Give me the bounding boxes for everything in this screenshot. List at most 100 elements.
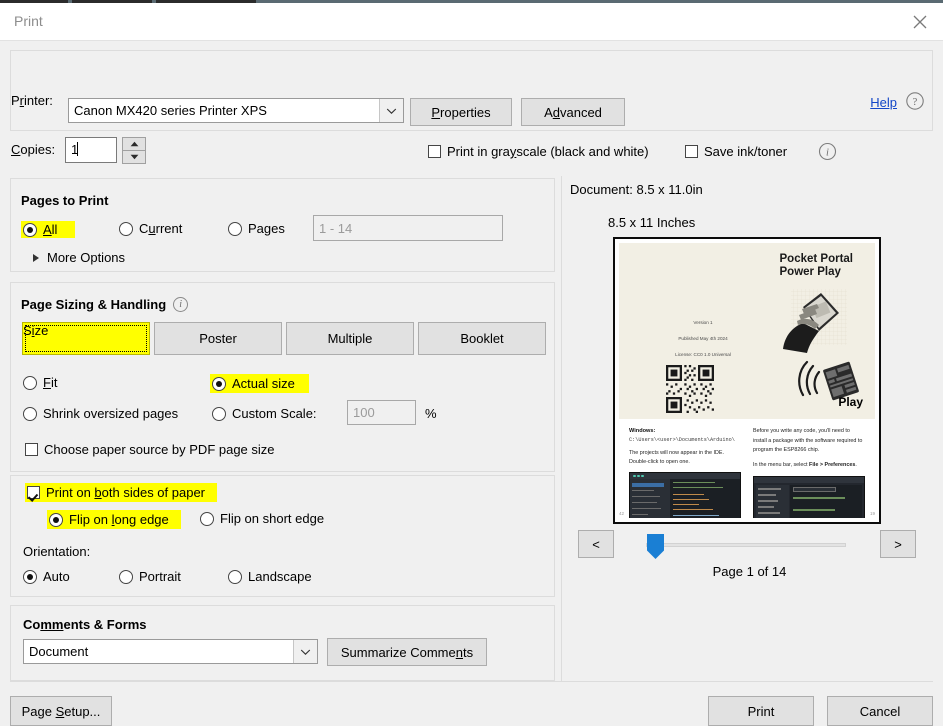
custom-scale-radio[interactable]: Custom Scale: xyxy=(212,406,317,421)
dialog-titlebar: Print xyxy=(0,3,943,40)
cancel-button[interactable]: Cancel xyxy=(827,696,933,726)
pages-range-radio[interactable]: Pages xyxy=(228,221,285,236)
question-circle-icon[interactable]: ? xyxy=(905,91,925,111)
printer-select-value: Canon MX420 series Printer XPS xyxy=(74,103,267,118)
properties-button[interactable]: Properties xyxy=(410,98,512,126)
svg-text:?: ? xyxy=(913,97,918,108)
flip-long-edge-label: Flip on long edge xyxy=(69,512,169,527)
preview-title-line1: Pocket Portal xyxy=(779,253,854,265)
info-circle-icon[interactable]: i xyxy=(818,142,837,161)
radio-dot xyxy=(23,569,37,584)
paper-size-label: 8.5 x 11 Inches xyxy=(608,215,696,230)
page-slider-track[interactable] xyxy=(646,543,846,547)
copies-stepper[interactable] xyxy=(122,137,146,164)
orientation-landscape-label: Landscape xyxy=(248,569,312,584)
summarize-comments-label: Summarize Comments xyxy=(340,644,474,660)
orientation-portrait-radio[interactable]: Portrait xyxy=(119,569,181,584)
radio-dot xyxy=(212,376,226,391)
printer-label: Printer: xyxy=(11,93,53,108)
flip-long-edge-radio[interactable]: Flip on long edge xyxy=(47,510,181,529)
more-options-toggle[interactable]: More Options xyxy=(33,250,125,265)
previous-page-label: < xyxy=(592,536,600,552)
checkbox-box xyxy=(27,486,40,499)
tab-size-label: Size xyxy=(23,323,49,338)
next-page-button[interactable]: > xyxy=(880,530,916,558)
both-sides-checkbox[interactable]: Print on both sides of paper xyxy=(25,483,218,502)
preview-license: License: CC0 1.0 Universal xyxy=(675,352,731,357)
orientation-auto-radio[interactable]: Auto xyxy=(23,569,70,584)
radio-dot xyxy=(228,221,242,236)
preview-right-body2: In the menu bar, select File > Preferenc… xyxy=(753,461,865,471)
triangle-up-icon[interactable] xyxy=(122,137,146,151)
close-icon xyxy=(913,15,927,28)
radio-dot xyxy=(119,569,133,584)
actual-size-radio[interactable]: Actual size xyxy=(210,374,309,393)
printer-select[interactable]: Canon MX420 series Printer XPS xyxy=(68,98,404,123)
previous-page-button[interactable]: < xyxy=(578,530,614,558)
shrink-radio[interactable]: Shrink oversized pages xyxy=(23,406,178,421)
preview-left-path: C:\Users\<user>\Documents\Arduino\ xyxy=(629,437,735,443)
advanced-button[interactable]: Advanced xyxy=(521,98,625,126)
pages-range-input[interactable]: 1 - 14 xyxy=(313,215,503,241)
preview-title-line2: Power Play xyxy=(779,266,841,278)
grayscale-checkbox[interactable]: Print in grayscale (black and white) xyxy=(428,144,649,159)
checkbox-box xyxy=(685,145,698,158)
flip-short-edge-radio[interactable]: Flip on short edge xyxy=(200,511,324,526)
document-size-label: Document: 8.5 x 11.0in xyxy=(570,182,703,197)
close-button[interactable] xyxy=(897,3,943,40)
text-caret xyxy=(77,142,79,156)
svg-text:i: i xyxy=(826,148,829,159)
custom-scale-input[interactable]: 100 xyxy=(347,400,416,425)
paper-source-label: Choose paper source by PDF page size xyxy=(44,442,275,457)
tab-size[interactable]: Size xyxy=(22,322,150,355)
orientation-label: Orientation: xyxy=(23,544,91,559)
summarize-comments-button[interactable]: Summarize Comments xyxy=(327,638,487,666)
page-slider-thumb[interactable] xyxy=(647,534,664,559)
sizing-tabs: Size Poster Multiple Booklet xyxy=(22,322,546,355)
page-count-label: Page 1 of 14 xyxy=(712,564,787,579)
dialog-body: Printer: Canon MX420 series Printer XPS … xyxy=(0,40,943,726)
preview-right-column: Before you write any code, you'll need t… xyxy=(753,427,875,518)
save-ink-checkbox[interactable]: Save ink/toner xyxy=(685,144,787,159)
fit-label: Fit xyxy=(43,375,58,390)
shrink-label: Shrink oversized pages xyxy=(43,406,179,421)
grayscale-label: Print in grayscale (black and white) xyxy=(447,144,649,159)
preview-published: Published May 4th 2024 xyxy=(678,336,728,341)
print-button[interactable]: Print xyxy=(708,696,814,726)
tab-multiple-label: Multiple xyxy=(327,331,373,346)
preview-left-column: Windows: C:\Users\<user>\Documents\Ardui… xyxy=(619,427,741,518)
preview-right-body2-bold: File > Preferences xyxy=(809,461,856,468)
copies-input[interactable]: 1 xyxy=(65,137,117,163)
print-dialog: Print Printer: Canon MX420 series Printe… xyxy=(0,3,943,726)
triangle-down-icon[interactable] xyxy=(122,150,146,164)
advanced-button-label: Advanced xyxy=(544,104,602,120)
info-circle-icon[interactable]: i xyxy=(173,297,189,312)
percent-label: % xyxy=(425,406,437,421)
preview-right-body2-prefix: In the menu bar, select xyxy=(753,461,810,468)
pages-range-placeholder: 1 - 14 xyxy=(319,220,353,236)
preview-metadata: Version 1 Published May 4th 2024 License… xyxy=(643,315,763,363)
page-preview[interactable]: Pocket Portal Power Play Version 1 Publi… xyxy=(613,237,881,524)
preview-doc-title: Pocket Portal Power Play xyxy=(780,253,854,279)
tab-poster-label: Poster xyxy=(199,331,237,346)
next-page-label: > xyxy=(894,536,902,552)
orientation-landscape-radio[interactable]: Landscape xyxy=(228,569,312,584)
pages-all-radio[interactable]: All xyxy=(21,221,76,238)
page-setup-button[interactable]: Page Setup... xyxy=(10,696,112,726)
comments-title: Comments & Forms xyxy=(23,617,147,632)
pages-current-radio[interactable]: Current xyxy=(119,221,182,236)
pages-current-label: Current xyxy=(139,221,183,236)
preview-right-body2-suffix: . xyxy=(855,461,857,468)
help-link[interactable]: Help xyxy=(870,95,897,110)
tab-multiple[interactable]: Multiple xyxy=(286,322,414,355)
tab-booklet-label: Booklet xyxy=(460,331,504,346)
fit-radio[interactable]: Fit xyxy=(23,375,57,390)
checkbox-box xyxy=(428,145,441,158)
pages-to-print-title: Pages to Print xyxy=(21,193,109,208)
custom-scale-label: Custom Scale: xyxy=(232,406,317,421)
tab-poster[interactable]: Poster xyxy=(154,322,282,355)
tab-booklet[interactable]: Booklet xyxy=(418,322,546,355)
comments-select[interactable]: Document xyxy=(23,639,318,664)
paper-source-checkbox[interactable]: Choose paper source by PDF page size xyxy=(25,442,275,457)
preview-navigation: < > xyxy=(566,530,933,560)
